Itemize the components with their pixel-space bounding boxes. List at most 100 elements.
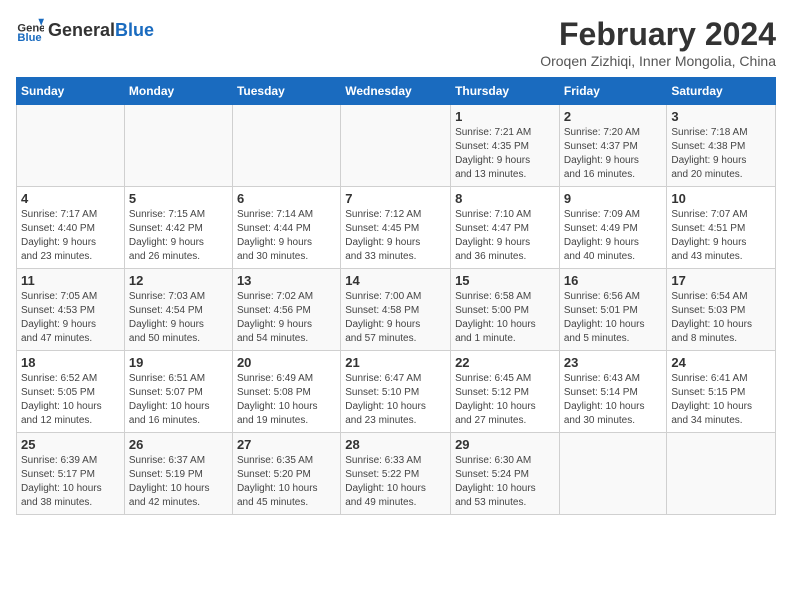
day-info: Sunrise: 6:39 AM Sunset: 5:17 PM Dayligh…: [21, 454, 120, 510]
day-number: 10: [671, 191, 771, 206]
calendar-cell: 19 Sunrise: 6:51 AM Sunset: 5:07 PM Dayli…: [124, 351, 232, 433]
weekday-header-row: SundayMondayTuesdayWednesdayThursdayFrid…: [17, 78, 776, 105]
day-info: Sunrise: 6:41 AM Sunset: 5:15 PM Dayligh…: [671, 372, 771, 428]
day-info: Sunrise: 7:21 AM Sunset: 4:35 PM Dayligh…: [455, 126, 555, 182]
day-number: 8: [455, 191, 555, 206]
day-number: 28: [345, 437, 446, 452]
calendar-cell: 9 Sunrise: 7:09 AM Sunset: 4:49 PM Daylig…: [559, 187, 667, 269]
day-number: 9: [564, 191, 663, 206]
logo-icon: General Blue: [16, 16, 44, 44]
calendar-subtitle: Oroqen Zizhiqi, Inner Mongolia, China: [540, 53, 776, 69]
calendar-week-row: 4 Sunrise: 7:17 AM Sunset: 4:40 PM Daylig…: [17, 187, 776, 269]
day-info: Sunrise: 7:07 AM Sunset: 4:51 PM Dayligh…: [671, 208, 771, 264]
calendar-cell: 22 Sunrise: 6:45 AM Sunset: 5:12 PM Dayli…: [451, 351, 560, 433]
calendar-cell: 15 Sunrise: 6:58 AM Sunset: 5:00 PM Dayli…: [451, 269, 560, 351]
day-info: Sunrise: 7:17 AM Sunset: 4:40 PM Dayligh…: [21, 208, 120, 264]
day-number: 29: [455, 437, 555, 452]
day-info: Sunrise: 7:05 AM Sunset: 4:53 PM Dayligh…: [21, 290, 120, 346]
calendar-cell: [124, 105, 232, 187]
day-number: 7: [345, 191, 446, 206]
day-info: Sunrise: 6:56 AM Sunset: 5:01 PM Dayligh…: [564, 290, 663, 346]
day-info: Sunrise: 6:47 AM Sunset: 5:10 PM Dayligh…: [345, 372, 446, 428]
day-number: 13: [237, 273, 336, 288]
day-info: Sunrise: 7:15 AM Sunset: 4:42 PM Dayligh…: [129, 208, 228, 264]
calendar-cell: [667, 433, 776, 515]
calendar-cell: 4 Sunrise: 7:17 AM Sunset: 4:40 PM Daylig…: [17, 187, 125, 269]
calendar-cell: 16 Sunrise: 6:56 AM Sunset: 5:01 PM Dayli…: [559, 269, 667, 351]
calendar-cell: [559, 433, 667, 515]
day-number: 11: [21, 273, 120, 288]
day-info: Sunrise: 7:18 AM Sunset: 4:38 PM Dayligh…: [671, 126, 771, 182]
day-number: 25: [21, 437, 120, 452]
day-number: 12: [129, 273, 228, 288]
calendar-cell: 14Sunrise: 7:00 AM Sunset: 4:58 PM Dayli…: [341, 269, 451, 351]
weekday-header: Monday: [124, 78, 232, 105]
logo-general-text: General: [48, 20, 115, 41]
day-number: 24: [671, 355, 771, 370]
calendar-cell: [17, 105, 125, 187]
day-info: Sunrise: 6:33 AM Sunset: 5:22 PM Dayligh…: [345, 454, 446, 510]
day-info: Sunrise: 6:52 AM Sunset: 5:05 PM Dayligh…: [21, 372, 120, 428]
calendar-cell: 26 Sunrise: 6:37 AM Sunset: 5:19 PM Dayli…: [124, 433, 232, 515]
day-number: 19: [129, 355, 228, 370]
calendar-cell: 17 Sunrise: 6:54 AM Sunset: 5:03 PM Dayli…: [667, 269, 776, 351]
calendar-cell: 3Sunrise: 7:18 AM Sunset: 4:38 PM Daylig…: [667, 105, 776, 187]
day-info: Sunrise: 7:02 AM Sunset: 4:56 PM Dayligh…: [237, 290, 336, 346]
calendar-cell: 12Sunrise: 7:03 AM Sunset: 4:54 PM Dayli…: [124, 269, 232, 351]
calendar-title-section: February 2024 Oroqen Zizhiqi, Inner Mong…: [540, 16, 776, 69]
calendar-cell: 13 Sunrise: 7:02 AM Sunset: 4:56 PM Dayli…: [232, 269, 340, 351]
calendar-table: SundayMondayTuesdayWednesdayThursdayFrid…: [16, 77, 776, 515]
calendar-week-row: 18 Sunrise: 6:52 AM Sunset: 5:05 PM Dayli…: [17, 351, 776, 433]
calendar-cell: [341, 105, 451, 187]
day-info: Sunrise: 6:54 AM Sunset: 5:03 PM Dayligh…: [671, 290, 771, 346]
day-number: 5: [129, 191, 228, 206]
calendar-cell: 5 Sunrise: 7:15 AM Sunset: 4:42 PM Daylig…: [124, 187, 232, 269]
weekday-header: Wednesday: [341, 78, 451, 105]
day-info: Sunrise: 7:14 AM Sunset: 4:44 PM Dayligh…: [237, 208, 336, 264]
calendar-cell: 10 Sunrise: 7:07 AM Sunset: 4:51 PM Dayli…: [667, 187, 776, 269]
page-header: General Blue GeneralBlue February 2024 O…: [16, 16, 776, 69]
calendar-cell: 18 Sunrise: 6:52 AM Sunset: 5:05 PM Dayli…: [17, 351, 125, 433]
day-number: 4: [21, 191, 120, 206]
day-number: 27: [237, 437, 336, 452]
day-number: 17: [671, 273, 771, 288]
weekday-header: Tuesday: [232, 78, 340, 105]
calendar-cell: 6 Sunrise: 7:14 AM Sunset: 4:44 PM Daylig…: [232, 187, 340, 269]
day-number: 26: [129, 437, 228, 452]
calendar-cell: [232, 105, 340, 187]
day-info: Sunrise: 7:20 AM Sunset: 4:37 PM Dayligh…: [564, 126, 663, 182]
day-number: 18: [21, 355, 120, 370]
day-info: Sunrise: 6:58 AM Sunset: 5:00 PM Dayligh…: [455, 290, 555, 346]
calendar-cell: 8 Sunrise: 7:10 AM Sunset: 4:47 PM Daylig…: [451, 187, 560, 269]
day-info: Sunrise: 6:37 AM Sunset: 5:19 PM Dayligh…: [129, 454, 228, 510]
calendar-cell: 2Sunrise: 7:20 AM Sunset: 4:37 PM Daylig…: [559, 105, 667, 187]
calendar-cell: 27Sunrise: 6:35 AM Sunset: 5:20 PM Dayli…: [232, 433, 340, 515]
calendar-cell: 24 Sunrise: 6:41 AM Sunset: 5:15 PM Dayli…: [667, 351, 776, 433]
logo-blue-text: Blue: [115, 20, 154, 41]
day-number: 6: [237, 191, 336, 206]
day-info: Sunrise: 6:30 AM Sunset: 5:24 PM Dayligh…: [455, 454, 555, 510]
day-info: Sunrise: 6:45 AM Sunset: 5:12 PM Dayligh…: [455, 372, 555, 428]
day-info: Sunrise: 7:12 AM Sunset: 4:45 PM Dayligh…: [345, 208, 446, 264]
day-info: Sunrise: 7:00 AM Sunset: 4:58 PM Dayligh…: [345, 290, 446, 346]
calendar-cell: 21 Sunrise: 6:47 AM Sunset: 5:10 PM Dayli…: [341, 351, 451, 433]
day-number: 23: [564, 355, 663, 370]
day-number: 20: [237, 355, 336, 370]
day-number: 15: [455, 273, 555, 288]
day-info: Sunrise: 6:49 AM Sunset: 5:08 PM Dayligh…: [237, 372, 336, 428]
weekday-header: Friday: [559, 78, 667, 105]
logo: General Blue GeneralBlue: [16, 16, 154, 44]
calendar-cell: 7 Sunrise: 7:12 AM Sunset: 4:45 PM Daylig…: [341, 187, 451, 269]
day-info: Sunrise: 6:51 AM Sunset: 5:07 PM Dayligh…: [129, 372, 228, 428]
day-info: Sunrise: 7:10 AM Sunset: 4:47 PM Dayligh…: [455, 208, 555, 264]
calendar-week-row: 1 Sunrise: 7:21 AM Sunset: 4:35 PM Daylig…: [17, 105, 776, 187]
day-number: 16: [564, 273, 663, 288]
weekday-header: Sunday: [17, 78, 125, 105]
day-number: 22: [455, 355, 555, 370]
day-info: Sunrise: 7:09 AM Sunset: 4:49 PM Dayligh…: [564, 208, 663, 264]
day-info: Sunrise: 6:43 AM Sunset: 5:14 PM Dayligh…: [564, 372, 663, 428]
day-number: 1: [455, 109, 555, 124]
calendar-cell: 29 Sunrise: 6:30 AM Sunset: 5:24 PM Dayli…: [451, 433, 560, 515]
day-number: 21: [345, 355, 446, 370]
calendar-title: February 2024: [540, 16, 776, 53]
